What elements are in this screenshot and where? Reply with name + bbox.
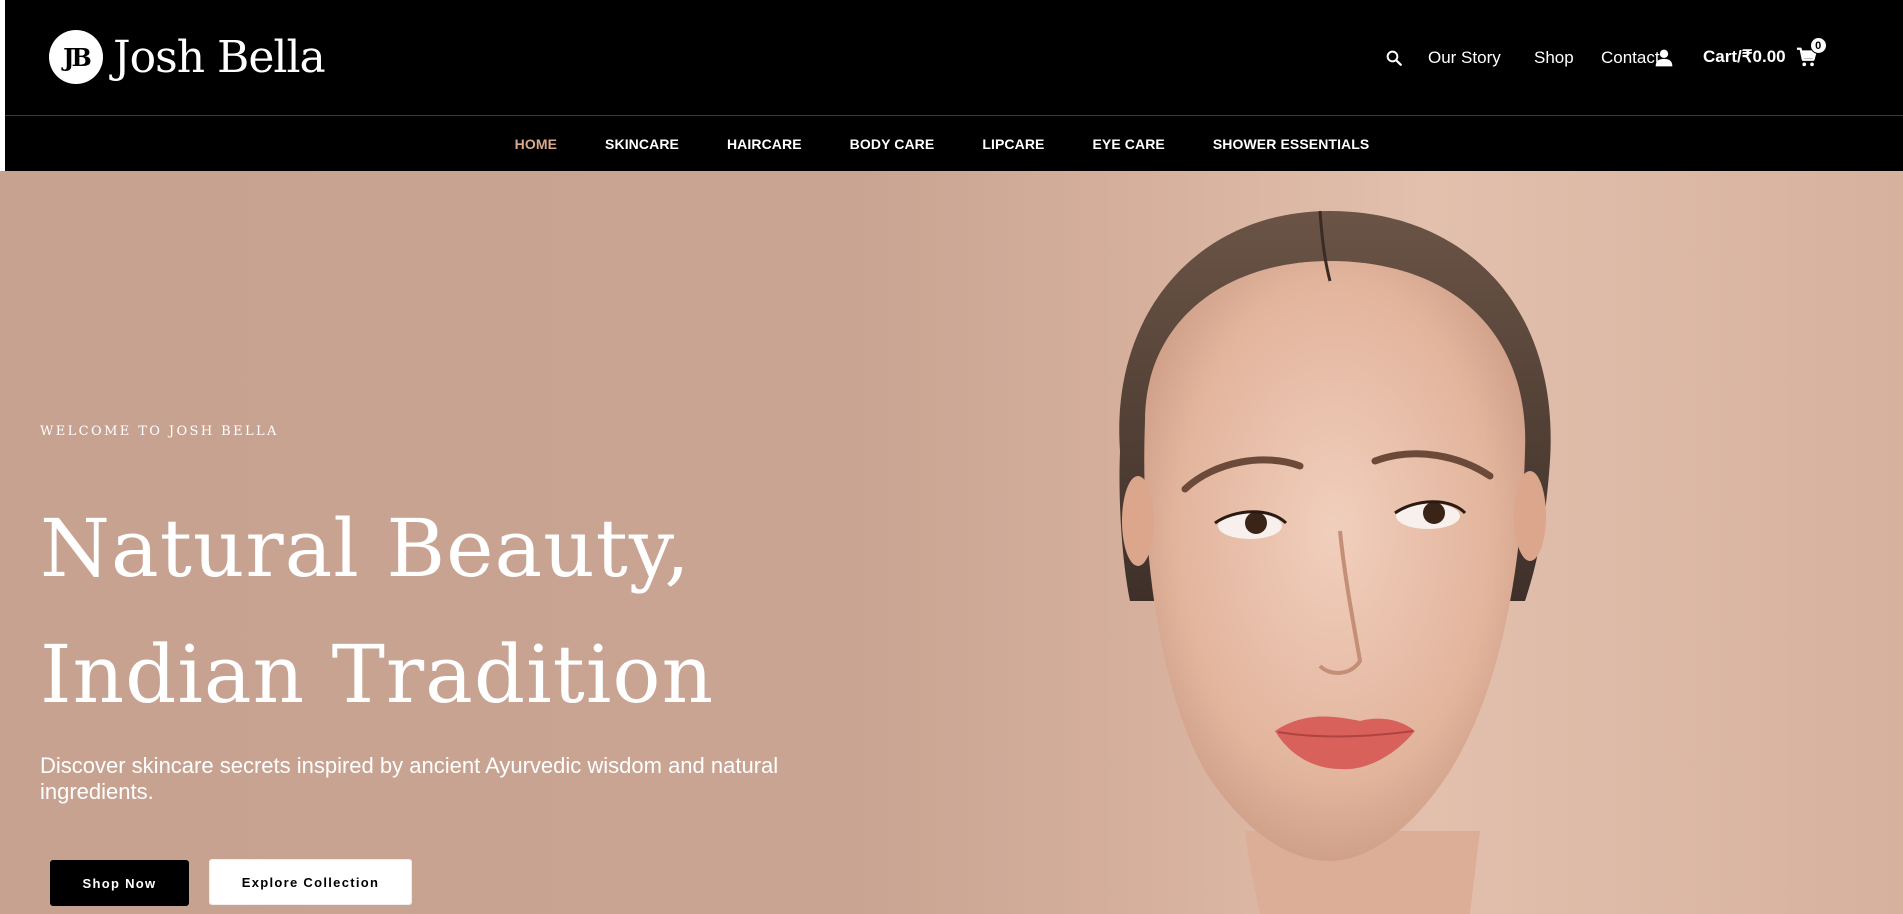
nav-item-lipcare[interactable]: LIPCARE [982, 136, 1044, 152]
nav-item-skincare[interactable]: SKINCARE [605, 136, 679, 152]
cart-count-badge: 0 [1809, 37, 1827, 54]
hero-eyebrow: WELCOME TO JOSH BELLA [40, 424, 279, 439]
cart-icon-wrap: 0 [1796, 37, 1827, 68]
user-icon [1655, 49, 1673, 67]
brand-name: Josh Bella [113, 31, 326, 83]
site-header: JB Josh Bella Our Story Shop Contact Car… [5, 0, 1903, 171]
nav-item-haircare[interactable]: HAIRCARE [727, 136, 802, 152]
search-icon [1386, 50, 1402, 66]
account-button[interactable] [1653, 47, 1675, 69]
shop-now-button[interactable]: Shop Now [50, 860, 189, 906]
cart-button[interactable]: Cart/₹0.00 0 [1703, 37, 1827, 68]
nav-item-eye-care[interactable]: EYE CARE [1092, 136, 1164, 152]
nav-item-body-care[interactable]: BODY CARE [850, 136, 935, 152]
search-button[interactable] [1383, 47, 1405, 69]
hero-subtitle: Discover skincare secrets inspired by an… [40, 753, 779, 804]
main-nav: HOME SKINCARE HAIRCARE BODY CARE LIPCARE… [5, 117, 1903, 171]
logo-mark: JB [49, 30, 103, 84]
main-nav-list: HOME SKINCARE HAIRCARE BODY CARE LIPCARE… [491, 136, 1394, 152]
explore-collection-button[interactable]: Explore Collection [209, 859, 412, 905]
nav-link-contact[interactable]: Contact [1601, 48, 1660, 68]
top-bar: JB Josh Bella Our Story Shop Contact Car… [5, 0, 1903, 116]
nav-item-home[interactable]: HOME [515, 136, 557, 152]
nav-link-our-story[interactable]: Our Story [1428, 48, 1501, 68]
hero-portrait-image [1119, 210, 1551, 914]
nav-item-shower-essentials[interactable]: SHOWER ESSENTIALS [1213, 136, 1370, 152]
hero-banner: WELCOME TO JOSH BELLA Natural Beauty, In… [0, 171, 1903, 914]
hero-title-line-1: Natural Beauty, [40, 502, 691, 595]
hero-title-line-2: Indian Tradition [40, 628, 715, 721]
brand-logo[interactable]: JB Josh Bella [49, 28, 326, 86]
cart-total: Cart/₹0.00 [1703, 47, 1786, 66]
hero-title: Natural Beauty, Indian Tradition [40, 486, 714, 738]
nav-link-shop[interactable]: Shop [1534, 48, 1574, 68]
